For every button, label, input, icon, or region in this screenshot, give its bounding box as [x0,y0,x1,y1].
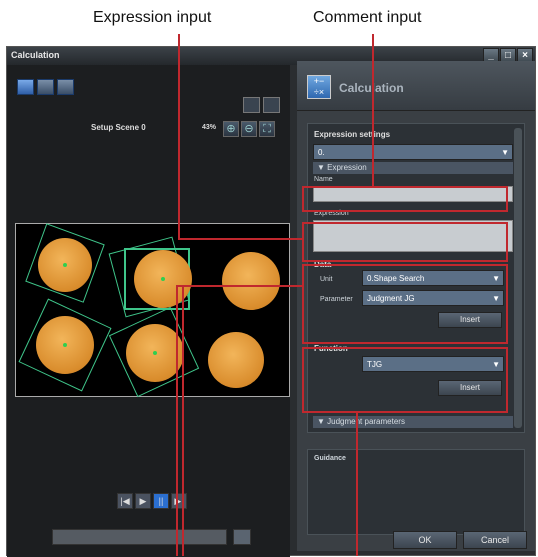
window-title: Calculation [11,50,60,60]
browse-button[interactable] [233,529,251,545]
calculation-icon: +− ÷× [307,75,331,99]
panel-header: +−÷× Calculation [297,61,535,111]
chevron-down-icon: ▼ [501,148,509,157]
expression-section-header[interactable]: ▼ Expression [313,162,513,174]
center-marker [161,277,165,281]
image-select-icon[interactable] [37,79,54,95]
judgment-section-header[interactable]: ▼ Judgment parameters [313,416,513,428]
zoom-level: 43% [202,124,217,131]
expression-select[interactable]: 0. ▼ [313,144,513,160]
zoom-in-icon[interactable]: ⊕ [223,121,239,137]
callout-line [356,413,358,556]
ok-button[interactable]: OK [393,531,457,549]
callout-line [178,238,302,240]
callout-line [176,285,302,287]
expression-settings-label: Expression settings [314,130,391,139]
scene-label: Setup Scene 0 [91,123,146,132]
play-icon[interactable]: ▶ [135,493,151,509]
scrollbar[interactable] [514,128,522,428]
data-group-highlight [302,264,508,344]
cancel-button[interactable]: Cancel [463,531,527,549]
center-marker [63,263,67,267]
grid-icon[interactable] [243,97,260,113]
callout-line [176,285,178,556]
folder-icon[interactable] [57,79,74,95]
file-path-field[interactable] [52,529,227,545]
expression-input-highlight [302,222,508,262]
callout-expression-input: Expression input [93,9,212,26]
cracker-image [208,332,264,388]
callout-line [178,34,180,240]
center-marker [153,351,157,355]
center-marker [63,343,67,347]
camera-image[interactable] [15,223,290,398]
previous-icon[interactable]: |◀ [117,493,133,509]
guidance-panel: Guidance [307,449,525,535]
callout-comment-input: Comment input [313,9,422,26]
pause-icon[interactable]: || [153,493,169,509]
next-icon[interactable]: ▶| [171,493,187,509]
window-layout-icon[interactable] [263,97,280,113]
guidance-label: Guidance [314,455,346,462]
function-group-highlight [302,347,508,413]
monitor-icon[interactable] [17,79,34,95]
fit-screen-icon[interactable]: ⛶ [259,121,275,137]
expression-select-value: 0. [318,148,325,157]
cracker-image [222,252,280,310]
callout-line [372,34,374,186]
name-input-highlight [302,186,508,212]
name-label: Name [314,176,333,183]
zoom-out-icon[interactable]: ⊖ [241,121,257,137]
callout-line [182,285,184,556]
